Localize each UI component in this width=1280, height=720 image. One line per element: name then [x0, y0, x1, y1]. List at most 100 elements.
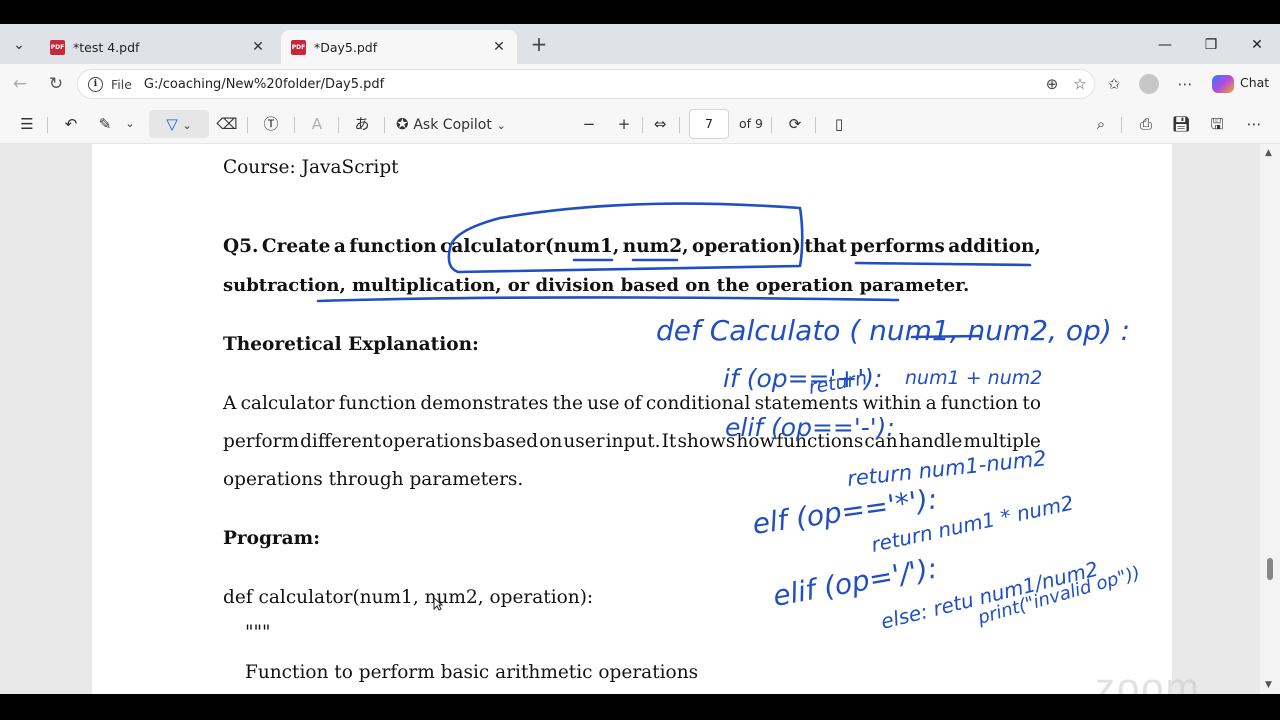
favorite-star-icon[interactable]: ☆ [1066, 75, 1094, 93]
favorites-icon[interactable]: ✩ [1101, 71, 1127, 97]
code-line-3: Function to perform basic arithmetic ope… [245, 662, 699, 683]
info-icon[interactable]: i [88, 76, 103, 92]
ask-copilot-button[interactable]: ✪ Ask Copilot ⌄ [396, 110, 522, 138]
scroll-thumb[interactable] [1267, 558, 1273, 580]
mouse-cursor-icon [433, 597, 443, 611]
theory-word: conditional [645, 393, 751, 414]
close-tab-icon[interactable]: ✕ [250, 39, 266, 55]
chat-button[interactable]: Chat [1240, 75, 1269, 90]
theory-word: a [925, 393, 937, 414]
question-word: that [804, 236, 847, 257]
scroll-down-arrow-icon[interactable]: ▼ [1265, 680, 1272, 690]
highlight-chevron-icon[interactable]: ⌄ [121, 110, 139, 138]
theory-word: of [623, 393, 642, 414]
add-text-icon[interactable]: Ⓣ [257, 110, 285, 138]
vertical-scrollbar[interactable]: ▲ ▼ [1260, 144, 1280, 694]
copilot-icon[interactable] [1212, 75, 1234, 93]
eraser-icon[interactable]: ⌫ [213, 110, 241, 138]
close-tab-icon[interactable]: ✕ [491, 39, 507, 55]
save-as-icon[interactable]: 🖫︎ [1203, 110, 1231, 138]
page-view-icon[interactable]: ▯ [825, 110, 853, 138]
url-scheme: File [111, 76, 132, 92]
tab-test4[interactable]: PDF *test 4.pdf ✕ [40, 30, 276, 64]
theory-word: functions [776, 431, 864, 452]
url-text[interactable]: G:/coaching/New%20folder/Day5.pdf [144, 77, 1038, 92]
theory-word: different [300, 431, 382, 452]
question-line-2: subtraction, multiplication, or division… [223, 275, 970, 296]
new-tab-plus-icon[interactable]: + [528, 34, 550, 56]
theory-word: handle [898, 431, 963, 452]
theory-word: on [539, 431, 563, 452]
undo-icon[interactable]: ↶ [57, 110, 85, 138]
theory-line-1: A calculator function demonstrates the u… [223, 393, 1041, 414]
theory-word: user [563, 431, 605, 452]
search-icon[interactable]: ⌕ [1087, 110, 1115, 138]
theory-heading: Theoretical Explanation: [223, 334, 479, 355]
tab-bar: ⌄ PDF *test 4.pdf ✕ PDF *Day5.pdf ✕ + — … [0, 24, 1280, 64]
theory-word: statements [754, 393, 859, 414]
theory-word: function [940, 393, 1019, 414]
question-word: function [349, 236, 437, 257]
print-icon[interactable]: ⎙ [1132, 110, 1160, 138]
browser-window: ⌄ PDF *test 4.pdf ✕ PDF *Day5.pdf ✕ + — … [0, 24, 1280, 694]
theory-word: based [482, 431, 539, 452]
draw-icon[interactable]: ▽ ⌄ [149, 110, 209, 138]
tab-label: *test 4.pdf [73, 39, 140, 55]
question-line-1: Q5. Create a function calculator(num1, n… [223, 236, 1041, 257]
divider [642, 117, 643, 133]
read-aloud-icon: A [311, 115, 323, 133]
minimize-icon[interactable]: — [1150, 32, 1180, 58]
pdf-icon: PDF [50, 39, 65, 55]
question-word: Q5. [223, 236, 259, 257]
theory-word: input. [605, 431, 661, 452]
theory-word: A [223, 393, 237, 414]
translate-icon[interactable]: あ [347, 110, 377, 138]
divider [771, 117, 772, 133]
question-word: num2, [622, 236, 689, 257]
tab-label: *Day5.pdf [314, 39, 378, 55]
tab-actions-chevron-icon[interactable]: ⌄ [6, 32, 32, 58]
theory-word: shows [677, 431, 736, 452]
copilot-outline-icon: ✪ [396, 115, 409, 133]
rotate-icon[interactable]: ⟳ [781, 110, 809, 138]
zoom-in-icon[interactable]: + [610, 110, 638, 138]
theory-line-3: operations through parameters. [223, 469, 524, 490]
back-arrow-icon[interactable]: ← [7, 71, 33, 97]
fit-to-width-icon[interactable]: ⇔ [646, 110, 674, 138]
theory-line-2: perform different operations based on us… [223, 431, 1041, 452]
refresh-icon[interactable]: ↻ [43, 71, 69, 97]
pdf-viewer[interactable]: Course: JavaScript Q5. Create a function… [0, 144, 1280, 694]
question-word: performs [850, 236, 945, 257]
theory-word: within [862, 393, 922, 414]
more-options-icon[interactable]: ⋯ [1172, 71, 1198, 97]
divider [338, 117, 339, 133]
question-word: addition, [948, 236, 1041, 257]
more-tools-icon[interactable]: ⋯ [1240, 110, 1268, 138]
divider [247, 117, 248, 133]
close-window-icon[interactable]: ✕ [1242, 32, 1272, 58]
page-number-input[interactable]: 7 [689, 109, 729, 139]
restore-icon[interactable]: ❐ [1196, 32, 1226, 58]
zoom-icon[interactable]: ⊕ [1038, 75, 1066, 93]
pdf-toolbar: ☰ ↶ ✎ ⌄ ▽ ⌄ ⌫ Ⓣ A あ ✪ Ask Copilot ⌄ − + … [0, 104, 1280, 144]
theory-word: how [736, 431, 776, 452]
page-total: of 9 [739, 116, 763, 131]
tab-day5[interactable]: PDF *Day5.pdf ✕ [281, 30, 517, 64]
divider [1121, 117, 1122, 133]
pdf-icon: PDF [291, 39, 306, 55]
scroll-up-arrow-icon[interactable]: ▲ [1265, 148, 1272, 158]
pdf-page [92, 144, 1172, 694]
theory-word: function [338, 393, 417, 414]
theory-word: demonstrates [420, 393, 549, 414]
save-icon[interactable]: 💾︎ [1167, 110, 1195, 138]
avatar[interactable] [1139, 74, 1159, 94]
contents-list-icon[interactable]: ☰ [13, 110, 41, 138]
chevron-down-icon: ⌄ [496, 119, 506, 132]
theory-word: to [1022, 393, 1041, 414]
divider [815, 117, 816, 133]
divider [294, 117, 295, 133]
zoom-out-icon[interactable]: − [575, 110, 603, 138]
highlight-icon[interactable]: ✎ [91, 110, 119, 138]
url-field[interactable]: i File G:/coaching/New%20folder/Day5.pdf… [77, 69, 1095, 99]
theory-word: use [587, 393, 620, 414]
